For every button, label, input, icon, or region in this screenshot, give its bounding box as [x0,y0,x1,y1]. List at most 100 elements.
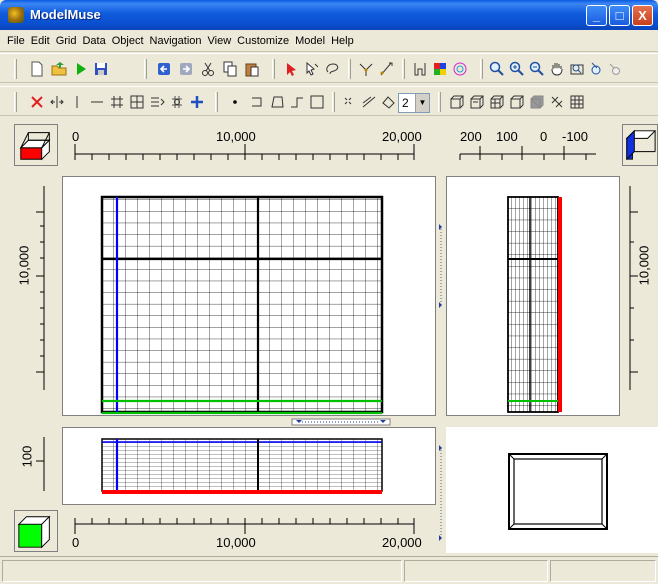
lasso-select-icon[interactable] [323,60,341,78]
side-view-vertical-ruler: 10,000 [620,176,658,416]
add-vertical-gridline-icon[interactable] [68,93,86,111]
toolbar-grip[interactable] [402,59,405,79]
set-spacing-icon[interactable] [128,93,146,111]
cube-view-3-icon[interactable] [488,93,506,111]
data-sets-icon[interactable] [411,60,429,78]
zoom-icon[interactable] [488,60,506,78]
move-gridline-icon[interactable] [48,93,66,111]
status-panel-2 [404,560,548,582]
rotate-icon[interactable] [357,60,375,78]
vertical-splitter-lower[interactable] [437,427,445,553]
new-file-icon[interactable] [28,60,46,78]
top-view-canvas[interactable] [62,176,436,416]
toolbar-grip[interactable] [480,59,483,79]
delete-gridline-icon[interactable] [28,93,46,111]
contour-data-icon[interactable] [451,60,469,78]
menu-object[interactable]: Object [109,35,147,47]
ruler-label: 0 [540,129,548,144]
modelmuse-app-icon [8,7,24,23]
ruler-label: 10,000 [216,129,256,144]
delete-segment-icon[interactable] [360,93,378,111]
toolbar-grip[interactable] [438,92,441,112]
layer-selector[interactable]: 2 ▼ [398,93,430,113]
previous-view-icon[interactable] [606,60,624,78]
zoom-extents-icon[interactable] [568,60,586,78]
menu-navigation[interactable]: Navigation [147,35,205,47]
menu-file[interactable]: File [4,35,28,47]
cube-view-2-icon[interactable] [468,93,486,111]
menu-help[interactable]: Help [328,35,357,47]
select-point-icon[interactable] [303,60,321,78]
toolbar-grip[interactable] [14,92,17,112]
undo-icon[interactable] [155,60,173,78]
redo-icon[interactable] [177,60,195,78]
menu-grid[interactable]: Grid [53,35,80,47]
paste-icon[interactable] [243,60,261,78]
3d-view-canvas[interactable] [446,427,658,553]
save-file-icon[interactable] [92,60,110,78]
cube-solid-icon[interactable] [528,93,546,111]
cut-icon[interactable] [199,60,217,78]
vertex-value-icon[interactable] [380,93,398,111]
insert-vertex-icon[interactable] [340,93,358,111]
status-panel-3 [550,560,656,582]
side-view-cube-button[interactable] [622,124,658,166]
add-plus-icon[interactable] [188,93,206,111]
maximize-button[interactable]: □ [609,5,630,26]
toolbar-grip[interactable] [272,59,275,79]
ruler-label: 100 [19,445,35,468]
menu-edit[interactable]: Edit [28,35,53,47]
subdivide-grid-icon[interactable] [108,93,126,111]
ruler-label: 200 [460,129,482,144]
cube-view-1-icon[interactable] [448,93,466,111]
minimize-button[interactable]: _ [586,5,607,26]
ruler-label: 20,000 [382,129,422,144]
ruler-label: 20,000 [382,535,422,550]
top-view-cube-button[interactable] [14,124,58,166]
toolbar-grip[interactable] [332,92,335,112]
toolbar-grip[interactable] [144,59,147,79]
title-bar: ModelMuse _ □ X [0,0,658,30]
open-file-icon[interactable] [50,60,68,78]
shear-icon[interactable] [377,60,395,78]
generate-grid-icon[interactable] [168,93,186,111]
front-view-cube-button[interactable] [14,510,58,552]
side-view-horizontal-ruler: 200 100 0 -100 [446,126,614,166]
ruler-label: 10,000 [636,245,652,286]
create-point-icon[interactable] [226,93,244,111]
create-line-icon[interactable] [248,93,266,111]
menu-data[interactable]: Data [79,35,108,47]
chevron-down-icon[interactable]: ▼ [415,94,429,112]
menu-model[interactable]: Model [292,35,328,47]
grid-table-icon[interactable] [568,93,586,111]
toolbar-grip[interactable] [215,92,218,112]
toolbar-grip[interactable] [14,59,17,79]
menu-view[interactable]: View [205,35,235,47]
side-view-canvas[interactable] [446,176,620,416]
copy-icon[interactable] [221,60,239,78]
pan-hand-icon[interactable] [548,60,566,78]
horizontal-splitter[interactable] [62,417,436,426]
front-view-canvas[interactable] [62,427,436,505]
cube-view-4-icon[interactable] [508,93,526,111]
vertical-splitter[interactable] [437,176,445,416]
wireframe-icon[interactable] [548,93,566,111]
add-horizontal-gridline-icon[interactable] [88,93,106,111]
select-arrow-icon[interactable] [283,60,301,78]
close-button[interactable]: X [632,5,653,26]
grid-angle-icon[interactable] [148,93,166,111]
toolbar-grip[interactable] [348,59,351,79]
create-polygon-icon[interactable] [268,93,286,111]
status-panel-1 [2,560,402,582]
top-view-horizontal-ruler: 0 10,000 20,000 [62,126,436,166]
menu-customize[interactable]: Customize [234,35,292,47]
ruler-label: 10,000 [216,535,256,550]
restore-default-zoom-icon[interactable] [588,60,606,78]
create-rectangle-icon[interactable] [308,93,326,111]
creation-toolbar: 2 ▼ [0,86,658,116]
color-grid-icon[interactable] [431,60,449,78]
run-model-icon[interactable] [72,60,90,78]
zoom-out-icon[interactable] [528,60,546,78]
zoom-in-icon[interactable] [508,60,526,78]
create-straight-line-icon[interactable] [288,93,306,111]
